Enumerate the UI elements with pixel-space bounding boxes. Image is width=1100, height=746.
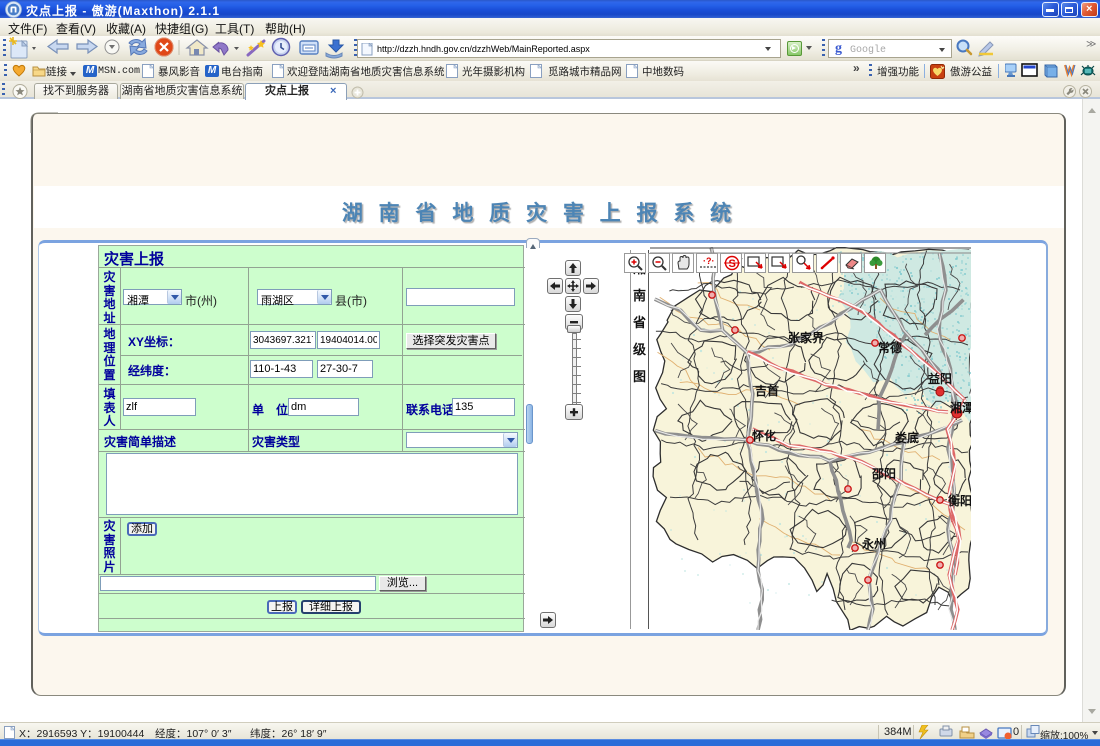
- svg-text:常德: 常德: [878, 340, 902, 355]
- svg-text:怀化: 怀化: [752, 428, 776, 443]
- svg-text:邵阳: 邵阳: [871, 466, 896, 481]
- svg-text:湘潭: 湘潭: [950, 400, 971, 415]
- svg-text:永州: 永州: [861, 536, 886, 551]
- svg-text:娄底: 娄底: [895, 430, 919, 445]
- svg-text:吉首: 吉首: [755, 383, 779, 398]
- svg-text:张家界: 张家界: [788, 330, 824, 345]
- svg-text:衡阳: 衡阳: [948, 493, 971, 508]
- svg-text:·?·: ·?·: [703, 256, 715, 266]
- svg-text:S: S: [729, 258, 736, 270]
- svg-text:益阳: 益阳: [928, 371, 952, 386]
